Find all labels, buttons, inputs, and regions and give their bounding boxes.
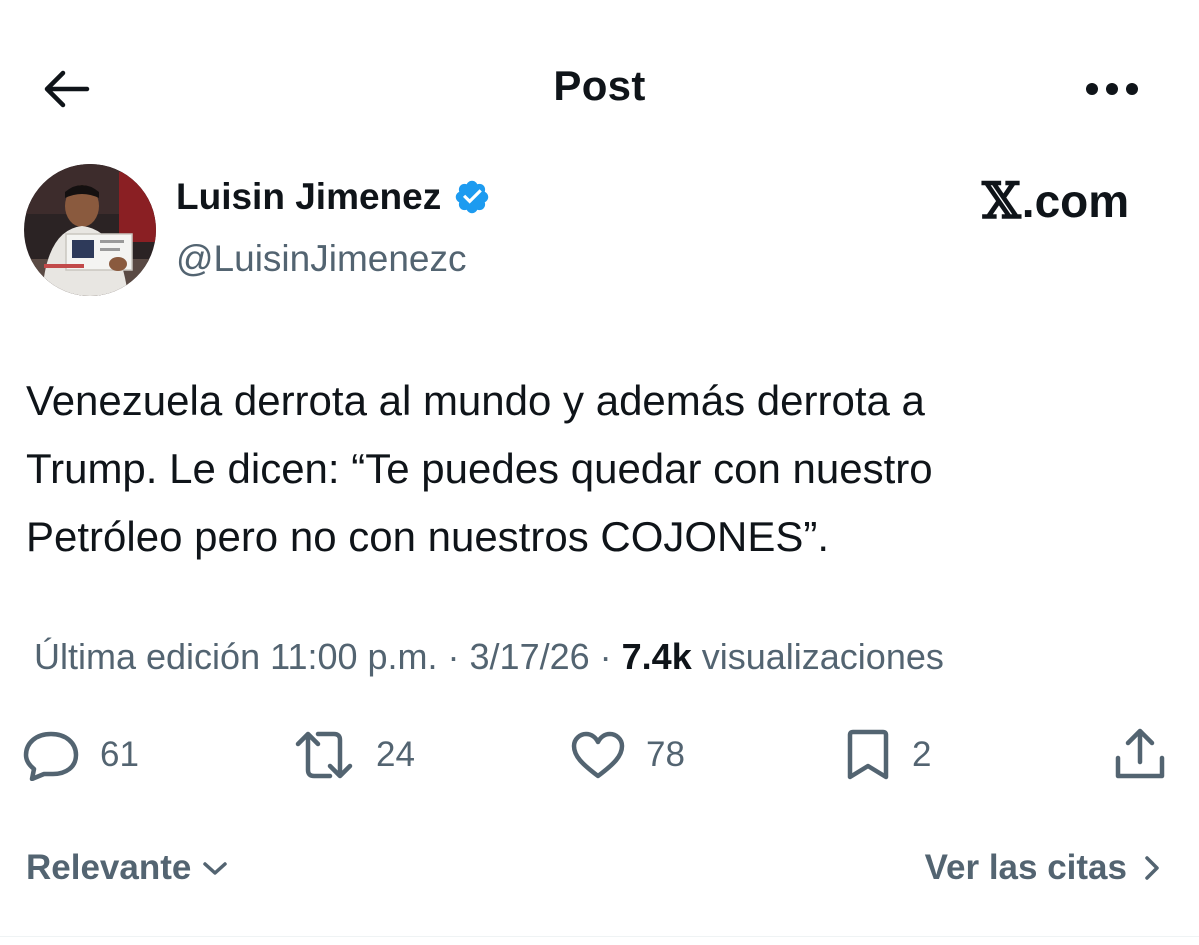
post-page: Post Luisin Jimenez @LuisinJimenezc 𝕏 .c… (0, 0, 1199, 945)
bookmark-icon (847, 729, 889, 780)
post-date[interactable]: 3/17/26 (470, 636, 590, 678)
like-button[interactable]: 78 (570, 726, 685, 784)
reply-button[interactable]: 61 (22, 726, 139, 784)
avatar-photo (24, 164, 156, 296)
view-quotes-label: Ver las citas (924, 848, 1127, 887)
more-options-button[interactable] (1082, 74, 1142, 104)
share-icon (1115, 728, 1165, 779)
page-title: Post (553, 62, 646, 109)
reply-count: 61 (100, 735, 139, 774)
author-name: Luisin Jimenez (176, 176, 442, 217)
meta-separator: · (599, 636, 612, 677)
avatar[interactable] (24, 164, 156, 296)
author-name-row[interactable]: Luisin Jimenez (176, 176, 491, 218)
edited-timestamp[interactable]: Última edición 11:00 p.m. (34, 636, 438, 678)
brand-text: .com (1021, 175, 1130, 227)
post-text-line: Petróleo pero no con nuestros COJONES”. (26, 513, 830, 560)
reply-icon (23, 731, 79, 781)
sort-label: Relevante (26, 848, 192, 887)
author-handle[interactable]: @LuisinJimenezc (176, 238, 467, 280)
post-text: Venezuela derrota al mundo y además derr… (26, 367, 1156, 571)
repost-button[interactable]: 24 (292, 726, 415, 784)
repost-count: 24 (376, 735, 415, 774)
repost-icon (295, 731, 353, 779)
bookmark-count: 2 (912, 735, 932, 774)
views-count: 7.4k (621, 636, 692, 677)
share-button[interactable] (1112, 726, 1168, 784)
meta-separator: · (447, 636, 460, 677)
post-text-line: Venezuela derrota al mundo y además derr… (26, 377, 925, 424)
view-quotes-link[interactable]: Ver las citas (925, 848, 1165, 888)
x-com-watermark: 𝕏 .com (982, 176, 1129, 226)
divider (0, 936, 1199, 937)
post-text-line: Trump. Le dicen: “Te puedes quedar con n… (26, 445, 933, 492)
heart-icon (571, 731, 625, 779)
chevron-right-icon (1145, 856, 1159, 880)
bookmark-button[interactable]: 2 (844, 726, 931, 784)
post-meta: Última edición 11:00 p.m. · 3/17/26 · 7.… (34, 636, 944, 678)
x-logo-icon: 𝕏 (982, 171, 1021, 230)
views-label: visualizaciones (701, 636, 944, 677)
like-count: 78 (646, 735, 685, 774)
more-horizontal-icon (1086, 83, 1138, 95)
verified-badge-icon (453, 178, 491, 216)
sort-replies-dropdown[interactable]: Relevante (26, 848, 231, 888)
chevron-down-icon (203, 862, 228, 875)
